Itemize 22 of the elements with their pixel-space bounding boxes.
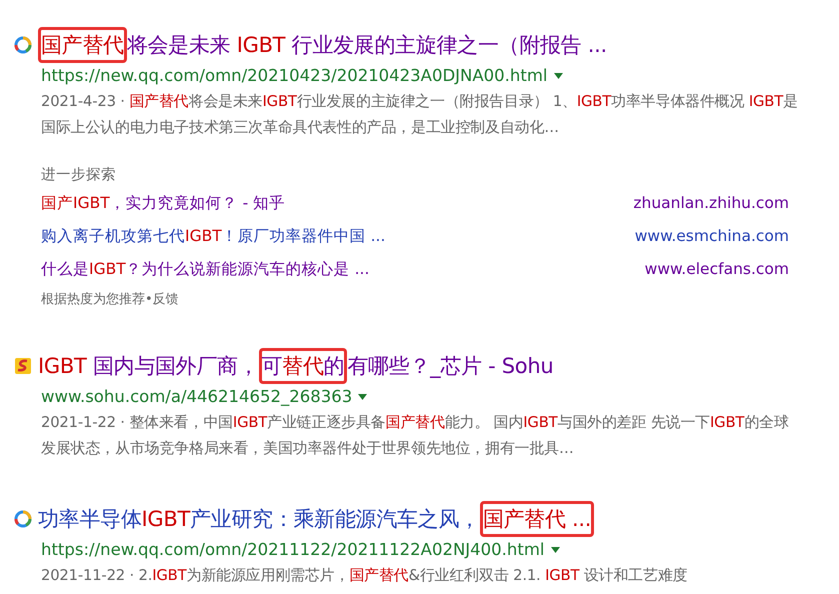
result-url[interactable]: https://new.qq.com/omn/20210423/20210423A0DJNA00.html <box>41 64 548 89</box>
result-url[interactable]: https://new.qq.com/omn/20211122/20211122A02NJ400.html <box>41 538 544 562</box>
related-search-link[interactable]: 国产IGBT，实力究竟如何？ - 知乎 <box>41 186 286 220</box>
recommendation-note: 根据热度为您推荐•反馈 <box>41 290 180 308</box>
related-search-link[interactable]: 什么是IGBT？为什么说新能源汽车的核心是 ... <box>41 252 370 286</box>
ring-icon <box>14 36 32 54</box>
caret-icon[interactable] <box>358 394 368 400</box>
explore-heading: 进一步探索 <box>41 166 117 185</box>
site-link[interactable]: www.esmchina.com <box>634 220 789 252</box>
related-search-link[interactable]: 购入离子机攻第七代IGBT！原厂功率器件中国 ... <box>41 220 386 252</box>
swoosh-icon <box>14 357 32 375</box>
result-title-link[interactable]: 国产替代将会是未来 IGBT 行业发展的主旋律之一（附报告 ... <box>38 26 607 64</box>
ring-icon <box>14 510 32 528</box>
site-link[interactable]: zhuanlan.zhihu.com <box>633 186 789 220</box>
site-link[interactable]: www.elecfans.com <box>644 252 789 286</box>
caret-icon[interactable] <box>550 547 560 554</box>
result-url[interactable]: www.sohu.com/a/446214652_268363 <box>41 385 352 410</box>
result-snippet: 2021-1-22 · 整体来看，中国IGBT产业链正逐步具备国产替代能力。 国内IGBT与国外的差距 先说一下IGBT的全球发展状态，从市场竞争格局来看，美国功率器件处于世界领先地位，拥有一批具… <box>41 412 790 459</box>
result-snippet: 2021-11-22 · 2.IGBT为新能源应用刚需芯片，国产替代&行业红利双击 2.1. IGBT 设计和工艺难度 <box>41 566 688 586</box>
caret-icon[interactable] <box>554 73 562 80</box>
result-title-link[interactable]: 功率半导体IGBT产业研究：乘新能源汽车之风，国产替代 ... <box>38 500 594 538</box>
result-snippet: 2021-4-23 · 国产替代将会是未来IGBT行业发展的主旋律之一（附报告目录） 1、IGBT功率半导体器件概况 IGBT是国际上公认的电力电子技术第三次革命具代表性的产品，是工业控制及自动化… <box>41 92 799 138</box>
